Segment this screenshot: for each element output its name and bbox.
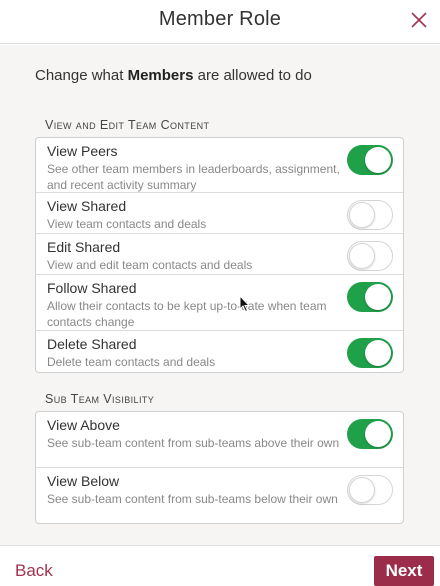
permission-label: View Above: [47, 417, 120, 433]
close-icon[interactable]: [408, 9, 430, 31]
next-button[interactable]: Next: [374, 556, 434, 586]
permission-desc: View and edit team contacts and deals: [47, 258, 253, 272]
mouse-cursor-icon: [239, 295, 251, 313]
dialog-title: Member Role: [158, 8, 282, 30]
permission-label: Follow Shared: [47, 280, 137, 296]
view-above-toggle[interactable]: [347, 419, 393, 449]
permission-desc: Delete team contacts and deals: [47, 355, 216, 369]
dialog-body: Change what Members are allowed to do Vi…: [0, 45, 440, 545]
toggle-knob: [365, 421, 391, 447]
permission-row-view-above: View Above See sub-team content from sub…: [36, 412, 403, 468]
permission-desc: See sub-team content from sub-teams abov…: [47, 436, 340, 450]
permission-label: View Shared: [47, 198, 127, 214]
follow-shared-toggle[interactable]: [347, 282, 393, 312]
permission-desc: Allow their contacts to be kept up-to-da…: [47, 299, 327, 329]
permission-row-delete-shared: Delete Shared Delete team contacts and d…: [36, 331, 403, 372]
view-peers-toggle[interactable]: [347, 145, 393, 175]
intro-role: Members: [127, 67, 194, 84]
delete-shared-toggle[interactable]: [347, 338, 393, 368]
dialog-header: Member Role: [0, 0, 440, 44]
section-title-team-content: View and Edit Team Content: [45, 118, 210, 132]
toggle-knob: [349, 202, 375, 228]
permission-desc: See sub-team content from sub-teams belo…: [47, 492, 338, 506]
permission-label: Edit Shared: [47, 239, 121, 255]
toggle-knob: [365, 147, 391, 173]
permission-row-follow-shared: Follow Shared Allow their contacts to be…: [36, 275, 403, 331]
toggle-knob: [365, 284, 391, 310]
intro-text: Change what Members are allowed to do: [35, 67, 312, 84]
permission-row-view-peers: View Peers See other team members in lea…: [36, 138, 403, 193]
permission-row-edit-shared: Edit Shared View and edit team contacts …: [36, 234, 403, 275]
permission-desc: See other team members in leaderboards, …: [47, 162, 340, 192]
view-below-toggle[interactable]: [347, 475, 393, 505]
permission-row-view-below: View Below See sub-team content from sub…: [36, 468, 403, 523]
dialog-footer: Back Next: [0, 545, 440, 586]
edit-shared-toggle[interactable]: [347, 241, 393, 271]
permission-label: View Peers: [47, 143, 118, 159]
permission-label: Delete Shared: [47, 336, 137, 352]
section-title-sub-team: Sub Team Visibility: [45, 392, 155, 406]
toggle-knob: [349, 243, 375, 269]
intro-prefix: Change what: [35, 67, 128, 84]
toggle-knob: [349, 477, 375, 503]
back-button[interactable]: Back: [15, 561, 53, 581]
permission-desc: View team contacts and deals: [47, 217, 207, 231]
permission-label: View Below: [47, 473, 120, 489]
toggle-knob: [365, 340, 391, 366]
view-shared-toggle[interactable]: [347, 200, 393, 230]
permission-row-view-shared: View Shared View team contacts and deals: [36, 193, 403, 234]
team-content-card: View Peers See other team members in lea…: [35, 137, 404, 373]
intro-suffix: are allowed to do: [193, 67, 312, 84]
sub-team-card: View Above See sub-team content from sub…: [35, 411, 404, 524]
